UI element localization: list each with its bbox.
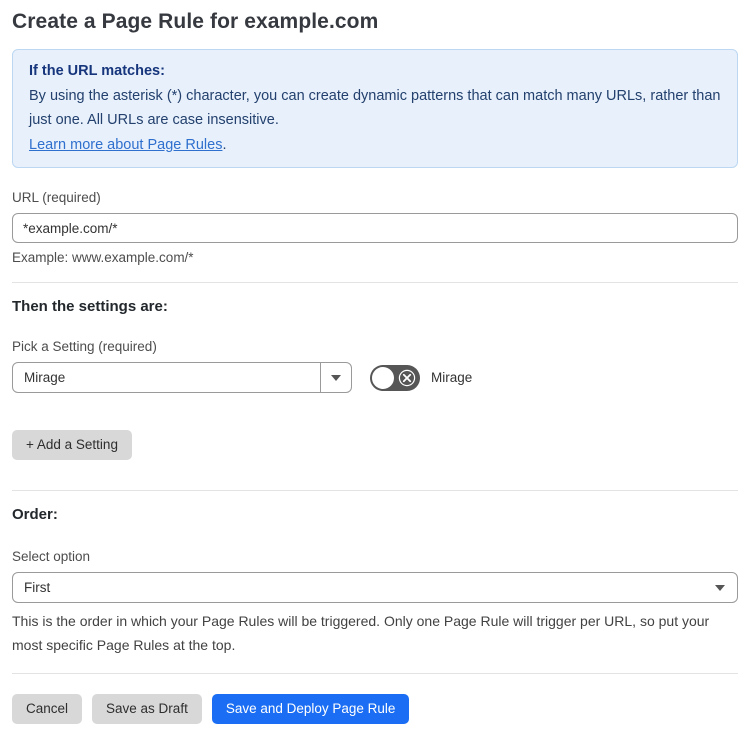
save-and-deploy-button[interactable]: Save and Deploy Page Rule [211, 694, 410, 724]
chevron-down-icon [715, 584, 725, 591]
setting-select-caret-segment[interactable] [320, 363, 351, 392]
order-select-value: First [24, 580, 51, 595]
learn-more-link[interactable]: Learn more about Page Rules [29, 137, 222, 153]
order-select[interactable]: First [12, 572, 738, 603]
info-box-link-line: Learn more about Page Rules. [29, 133, 721, 158]
toggle-knob [372, 366, 394, 389]
url-match-info-box: If the URL matches: By using the asteris… [12, 49, 738, 168]
order-section-heading: Order: [12, 506, 58, 523]
url-example-hint: Example: www.example.com/* [12, 250, 194, 265]
divider [12, 490, 738, 491]
url-field-label: URL (required) [12, 190, 101, 205]
toggle-off-x-icon [398, 369, 416, 386]
order-select-label: Select option [12, 549, 91, 564]
setting-select-value: Mirage [24, 370, 66, 385]
info-box-body: By using the asterisk (*) character, you… [29, 87, 721, 129]
link-suffix: . [222, 136, 227, 153]
add-setting-button[interactable]: + Add a Setting [12, 430, 132, 460]
pick-setting-label: Pick a Setting (required) [12, 339, 157, 354]
settings-section-heading: Then the settings are: [12, 298, 168, 315]
setting-select[interactable]: Mirage [12, 362, 352, 393]
cancel-button[interactable]: Cancel [12, 694, 83, 724]
page-rule-form: Create a Page Rule for example.com If th… [0, 0, 750, 736]
toggle-label: Mirage [431, 370, 473, 385]
info-box-heading: If the URL matches: [29, 63, 165, 79]
footer-actions: Cancel Save as Draft Save and Deploy Pag… [12, 694, 738, 724]
page-title: Create a Page Rule for example.com [12, 10, 379, 33]
chevron-down-icon [331, 374, 341, 381]
order-help-text: This is the order in which your Page Rul… [12, 613, 710, 653]
url-input[interactable] [12, 213, 738, 243]
divider [12, 282, 738, 283]
divider [12, 673, 738, 674]
mirage-toggle[interactable] [370, 364, 420, 391]
save-as-draft-button[interactable]: Save as Draft [92, 694, 202, 724]
setting-row: Mirage Mirage [12, 362, 738, 393]
